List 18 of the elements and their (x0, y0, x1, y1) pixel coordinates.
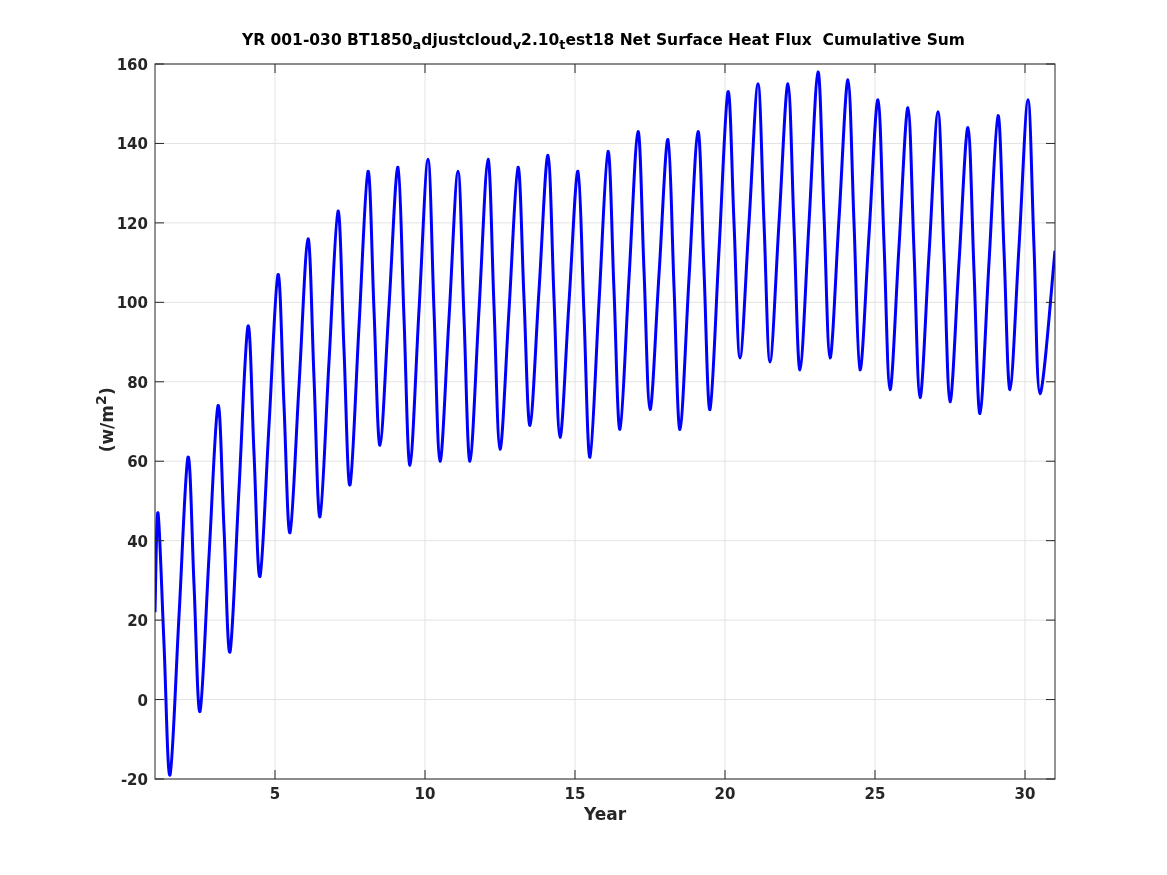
tick-label: 20 (127, 612, 148, 631)
tick-label: 60 (127, 453, 148, 472)
tick-label: 15 (564, 785, 586, 803)
x-axis-label: Year (582, 804, 628, 824)
tick-label: 0 (137, 691, 148, 710)
tick-label: 25 (864, 785, 886, 803)
tick-label: 5 (269, 785, 281, 803)
tick-label: 80 (127, 373, 148, 392)
tick-label: 160 (116, 56, 148, 74)
tick-label: 40 (127, 532, 148, 551)
tick-label: 20 (714, 785, 736, 803)
tick-label: 30 (1014, 785, 1036, 803)
chart-title: YR 001-030 BT1850$_{a}$djustcloud$_{v}$2.10$_{t}$est18 Net Surface Heat Flux Cumulative Sum (241, 31, 966, 53)
tick-label: 10 (414, 785, 436, 803)
tick-label: 120 (116, 214, 148, 233)
tick-label: 100 (116, 294, 148, 313)
tick-label: 140 (116, 135, 148, 154)
tick-label: -20 (120, 771, 148, 789)
